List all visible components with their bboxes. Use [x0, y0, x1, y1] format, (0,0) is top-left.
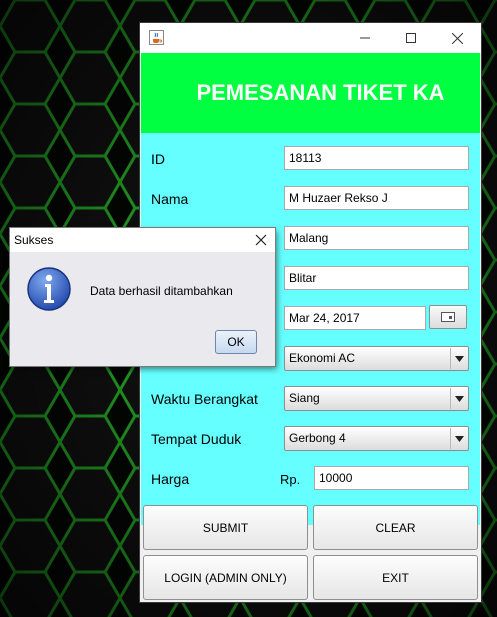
chevron-down-icon — [450, 388, 467, 409]
calendar-icon — [441, 312, 455, 322]
asal-field[interactable]: Malang — [284, 226, 469, 250]
kelas-value: Ekonomi AC — [289, 351, 356, 365]
success-dialog: Sukses Data berhasil ditambahkan OK — [10, 228, 275, 366]
minimize-icon — [360, 37, 370, 39]
close-button[interactable] — [434, 23, 480, 53]
waktu-value: Siang — [289, 391, 320, 405]
chevron-down-icon — [450, 428, 467, 449]
clear-button[interactable]: CLEAR — [313, 505, 478, 550]
minimize-button[interactable] — [342, 23, 388, 53]
currency-prefix: Rp. — [280, 472, 301, 487]
page-title: PEMESANAN TIKET KA — [196, 80, 445, 105]
close-icon — [451, 32, 463, 44]
maximize-button[interactable] — [388, 23, 434, 53]
header-banner: PEMESANAN TIKET KA — [141, 53, 480, 133]
login-admin-button[interactable]: LOGIN (ADMIN ONLY) — [143, 555, 308, 600]
id-label: ID — [151, 151, 165, 167]
dialog-title: Sukses — [14, 233, 54, 247]
dialog-body: Data berhasil ditambahkan OK — [10, 252, 275, 366]
kelas-select[interactable]: Ekonomi AC — [284, 346, 469, 371]
id-field[interactable]: 18113 — [284, 146, 469, 170]
nama-field[interactable]: M Huzaer Rekso J — [284, 186, 469, 210]
tujuan-field[interactable]: Blitar — [284, 266, 469, 290]
maximize-icon — [406, 33, 416, 43]
dialog-title-bar: Sukses — [10, 228, 275, 252]
dialog-message: Data berhasil ditambahkan — [90, 284, 233, 298]
ok-button[interactable]: OK — [215, 330, 257, 354]
tempat-label: Tempat Duduk — [151, 431, 242, 447]
chevron-down-icon — [450, 348, 467, 369]
waktu-label: Waktu Berangkat — [151, 391, 258, 407]
tempat-value: Gerbong 4 — [289, 431, 346, 445]
info-icon — [27, 267, 71, 311]
title-bar — [140, 23, 481, 53]
submit-button[interactable]: SUBMIT — [143, 505, 308, 550]
harga-field[interactable]: 10000 — [314, 466, 469, 490]
date-picker-button[interactable] — [429, 305, 467, 329]
java-cup-icon — [149, 30, 164, 45]
waktu-select[interactable]: Siang — [284, 386, 469, 411]
exit-button[interactable]: EXIT — [313, 555, 478, 600]
harga-label: Harga — [151, 471, 190, 487]
nama-label: Nama — [151, 191, 189, 207]
tempat-select[interactable]: Gerbong 4 — [284, 426, 469, 451]
close-icon[interactable] — [253, 232, 269, 248]
date-field[interactable]: Mar 24, 2017 — [284, 306, 426, 330]
